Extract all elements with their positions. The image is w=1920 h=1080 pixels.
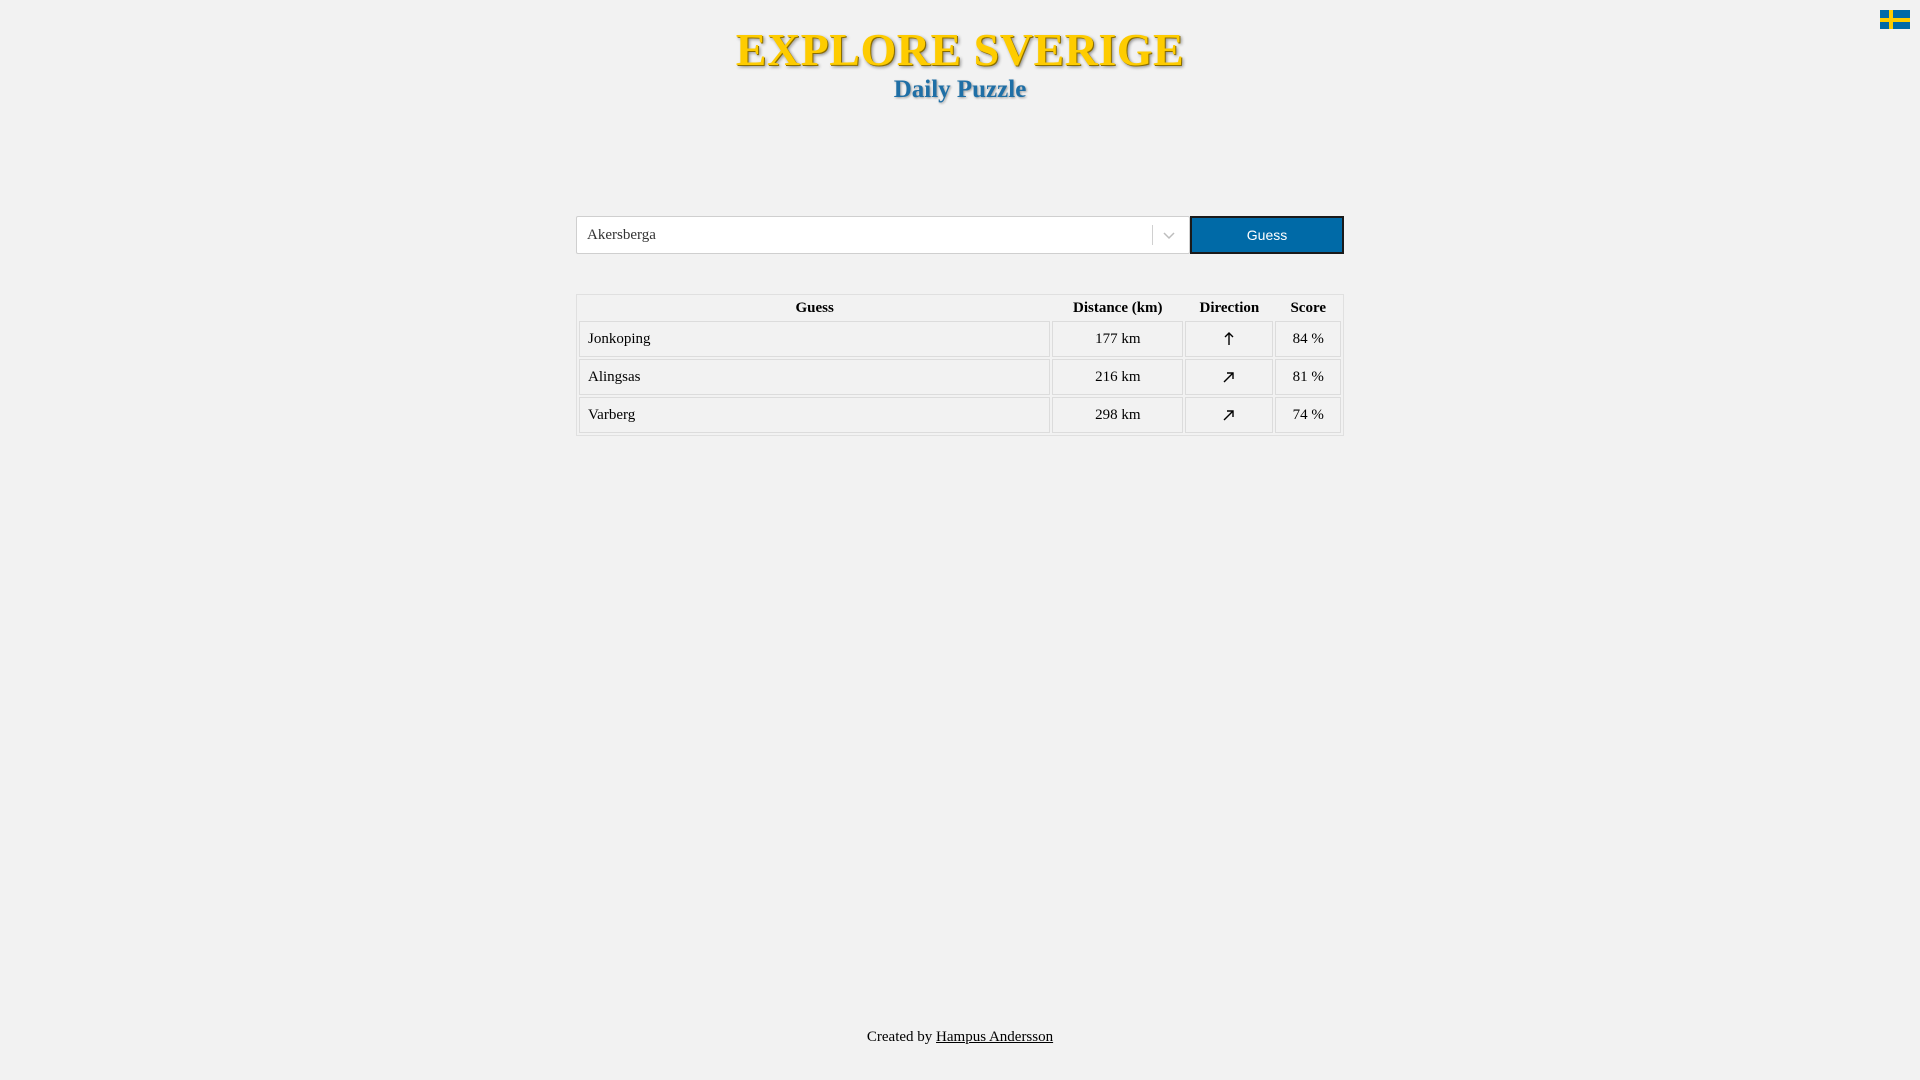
guess-cell: Jonkoping	[579, 321, 1051, 357]
score-cell: 81 %	[1275, 359, 1341, 395]
direction-cell	[1185, 359, 1274, 395]
page: EXPLORE SVERIGE Daily Puzzle Akersberga …	[0, 0, 1920, 1080]
footer: Created by Hampus Andersson	[0, 1029, 1920, 1046]
guess-button[interactable]: Guess	[1190, 216, 1344, 254]
table-row: Varberg 298 km 74 %	[579, 397, 1341, 433]
arrow-up-icon	[1220, 330, 1238, 348]
column-header-distance: Distance (km)	[1072, 300, 1163, 316]
flag-cross-horizontal	[1880, 18, 1910, 22]
page-title: EXPLORE SVERIGE	[735, 24, 1185, 75]
page-subtitle: Daily Puzzle	[893, 76, 1027, 103]
column-header-score: Score	[1290, 300, 1326, 316]
distance-cell: 298 km	[1052, 397, 1184, 433]
table-row: Alingsas 216 km 81 %	[579, 359, 1341, 395]
table-row: Jonkoping 177 km 84 %	[579, 321, 1341, 357]
select-separator	[1152, 225, 1153, 245]
score-cell: 74 %	[1275, 397, 1341, 433]
arrow-up-right-icon	[1220, 368, 1238, 386]
author-link[interactable]: Hampus Andersson	[936, 1029, 1053, 1045]
chevron-down-icon[interactable]	[1157, 223, 1181, 247]
city-select-value: Akersberga	[587, 227, 656, 243]
guess-table: Guess Distance (km) Direction Score Jonk…	[576, 294, 1344, 436]
distance-cell: 216 km	[1052, 359, 1184, 395]
guess-cell: Alingsas	[579, 359, 1051, 395]
guess-cell: Varberg	[579, 397, 1051, 433]
table-header-row: Guess Distance (km) Direction Score	[579, 297, 1341, 319]
distance-cell: 177 km	[1052, 321, 1184, 357]
score-cell: 84 %	[1275, 321, 1341, 357]
arrow-up-right-icon	[1220, 406, 1238, 424]
direction-cell	[1185, 397, 1274, 433]
column-header-guess: Guess	[795, 300, 834, 316]
footer-prefix: Created by	[866, 1029, 933, 1045]
column-header-direction: Direction	[1199, 300, 1260, 316]
header: EXPLORE SVERIGE Daily Puzzle	[0, 24, 1920, 104]
guess-form: Akersberga Guess	[576, 216, 1344, 254]
city-select[interactable]: Akersberga	[576, 216, 1190, 254]
direction-cell	[1185, 321, 1274, 357]
